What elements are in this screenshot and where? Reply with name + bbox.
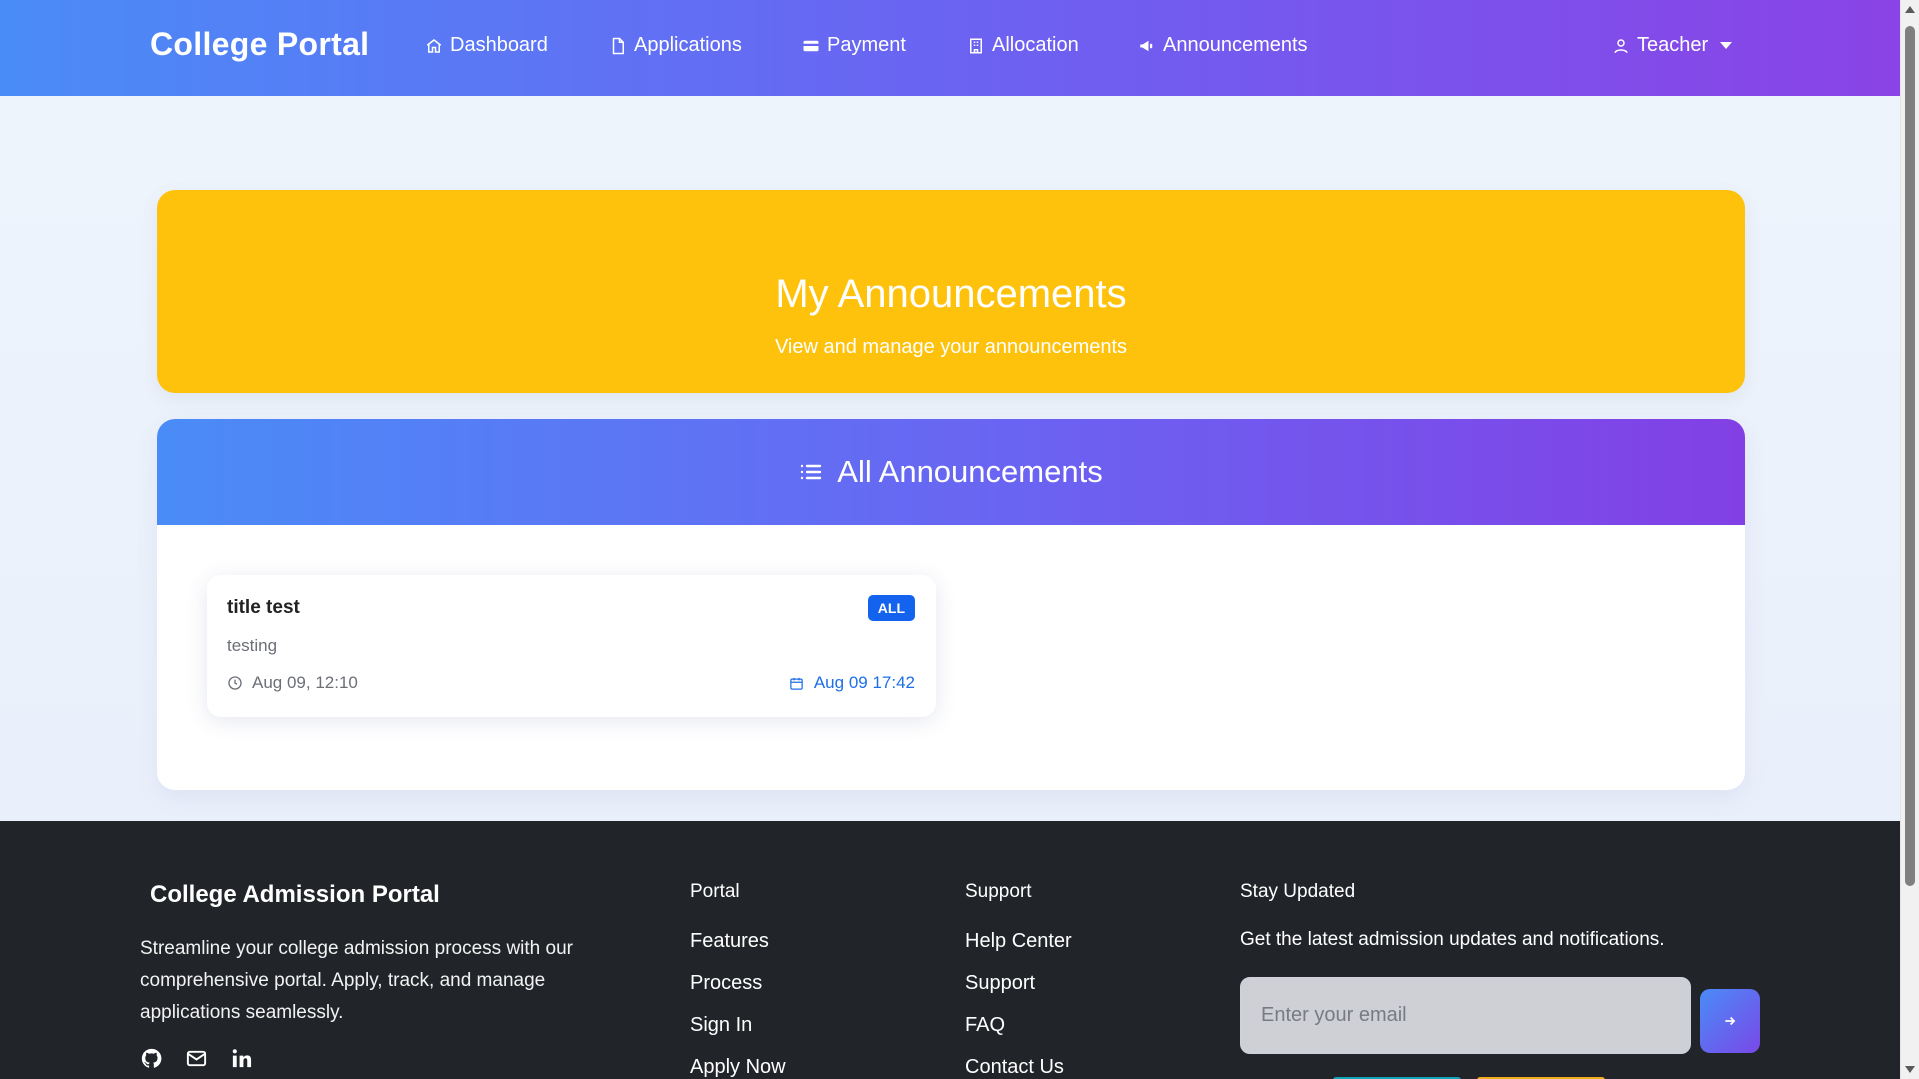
scrollbar-thumb[interactable] bbox=[1905, 26, 1915, 886]
page-subtitle: View and manage your announcements bbox=[774, 336, 1128, 358]
nav-payment[interactable]: Payment bbox=[802, 34, 906, 57]
linkedin-icon[interactable] bbox=[230, 1047, 253, 1070]
nav-applications[interactable]: Applications bbox=[609, 34, 742, 57]
brand-logo-text[interactable]: College Portal bbox=[150, 26, 369, 63]
scroll-up-arrow-icon[interactable] bbox=[1905, 6, 1915, 13]
footer-link-contact-us[interactable]: Contact Us bbox=[965, 1056, 1072, 1079]
announcement-scheduled: Aug 09 17:42 bbox=[789, 673, 915, 693]
subscribe-button[interactable] bbox=[1700, 989, 1760, 1053]
announcement-card[interactable]: title test ALL testing Aug 09, 12:10 Aug… bbox=[207, 575, 936, 717]
panel-title: All Announcements bbox=[837, 454, 1103, 489]
social-links bbox=[140, 1047, 253, 1070]
footer-portal-title: Portal bbox=[690, 881, 740, 902]
nav-allocation-label: Allocation bbox=[992, 34, 1079, 56]
footer-link-faq[interactable]: FAQ bbox=[965, 1014, 1072, 1056]
nav-announcements-label: Announcements bbox=[1163, 34, 1308, 56]
footer-portal-column: Portal Features Process Sign In Apply No… bbox=[690, 881, 786, 1079]
footer-description: Streamline your college admission proces… bbox=[140, 938, 573, 1023]
user-icon bbox=[1614, 38, 1628, 53]
announcements-hero: My Announcements View and manage your an… bbox=[157, 190, 1745, 393]
nav-applications-label: Applications bbox=[634, 34, 742, 56]
scroll-down-arrow-icon[interactable] bbox=[1905, 1066, 1915, 1073]
home-icon bbox=[426, 38, 442, 53]
footer-brand: College Admission Portal bbox=[150, 881, 440, 908]
email-input[interactable] bbox=[1240, 977, 1691, 1054]
nav-dashboard[interactable]: Dashboard bbox=[425, 34, 548, 57]
footer-link-sign-in[interactable]: Sign In bbox=[690, 1014, 786, 1056]
footer-link-support[interactable]: Support bbox=[965, 972, 1072, 1014]
nav-dashboard-label: Dashboard bbox=[450, 34, 548, 56]
newsletter-description: Get the latest admission updates and not… bbox=[1240, 929, 1665, 950]
nav-announcements[interactable]: Announcements bbox=[1138, 34, 1308, 57]
nav-allocation[interactable]: Allocation bbox=[967, 34, 1079, 57]
user-dropdown[interactable]: Teacher bbox=[1612, 34, 1733, 57]
created-time: Aug 09, 12:10 bbox=[252, 673, 358, 692]
file-icon bbox=[612, 37, 624, 54]
user-dropdown-label: Teacher bbox=[1637, 34, 1709, 56]
audience-badge: ALL bbox=[867, 595, 915, 621]
top-navbar: College Portal Dashboard Applications Pa… bbox=[0, 0, 1900, 96]
mail-icon[interactable] bbox=[185, 1047, 208, 1070]
footer-link-apply-now[interactable]: Apply Now bbox=[690, 1056, 786, 1079]
building-icon bbox=[970, 38, 982, 53]
arrow-right-icon bbox=[1725, 1016, 1736, 1026]
scheduled-time: Aug 09 17:42 bbox=[813, 673, 915, 692]
footer-link-process[interactable]: Process bbox=[690, 972, 786, 1014]
page-title: My Announcements bbox=[775, 272, 1127, 316]
footer-link-features[interactable]: Features bbox=[690, 930, 786, 972]
nav-payment-label: Payment bbox=[827, 34, 906, 56]
footer-link-help-center[interactable]: Help Center bbox=[965, 930, 1072, 972]
footer-newsletter: Stay Updated Get the latest admission up… bbox=[1240, 881, 1665, 950]
calendar-icon bbox=[790, 677, 803, 690]
announcements-panel: All Announcements title test ALL testing… bbox=[157, 419, 1745, 790]
page-scrollbar[interactable] bbox=[1900, 0, 1919, 1079]
clock-icon bbox=[228, 676, 242, 690]
chevron-down-icon bbox=[1720, 42, 1733, 49]
announcement-title: title test bbox=[227, 597, 300, 618]
github-icon[interactable] bbox=[140, 1047, 163, 1070]
footer-support-column: Support Help Center Support FAQ Contact … bbox=[965, 881, 1072, 1079]
announcement-body: testing bbox=[227, 636, 278, 655]
footer-support-title: Support bbox=[965, 881, 1032, 902]
newsletter-title: Stay Updated bbox=[1240, 881, 1356, 902]
announcement-created: Aug 09, 12:10 bbox=[227, 673, 358, 693]
credit-card-icon bbox=[803, 40, 819, 51]
megaphone-icon bbox=[1140, 40, 1153, 51]
list-icon bbox=[801, 464, 822, 480]
panel-header: All Announcements bbox=[157, 419, 1745, 525]
site-footer: College Admission Portal Streamline your… bbox=[0, 821, 1900, 1079]
